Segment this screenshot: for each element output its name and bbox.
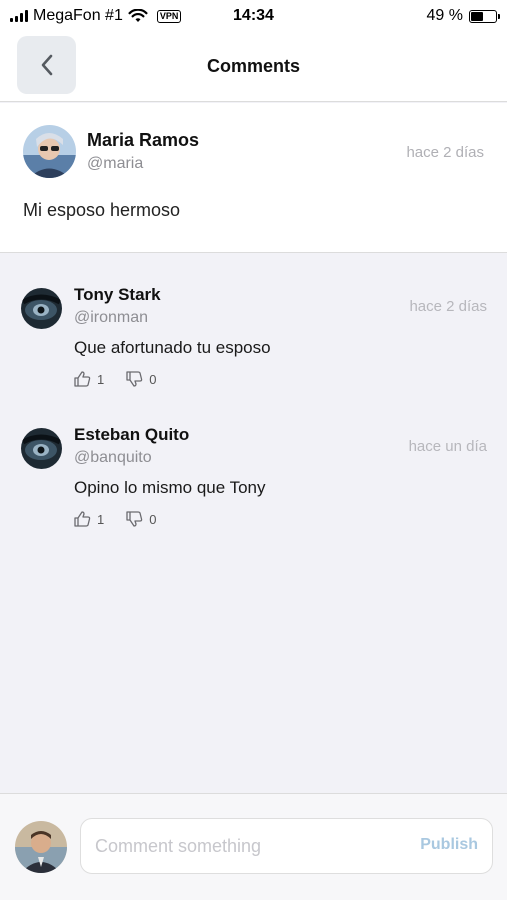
back-button[interactable]: [17, 36, 76, 94]
reactions: 1 0: [74, 511, 178, 527]
comment-time: hace un día: [408, 438, 487, 455]
like-button[interactable]: 1: [74, 511, 104, 527]
dislike-count: 0: [149, 511, 157, 527]
avatar[interactable]: [23, 125, 76, 178]
comment-input[interactable]: [95, 819, 405, 873]
vpn-badge: VPN: [156, 9, 182, 23]
comment-time: hace 2 días: [409, 298, 487, 315]
signal-icon: [10, 10, 28, 22]
battery-icon: [469, 9, 500, 23]
post-text: Mi esposo hermoso: [23, 200, 181, 220]
dislike-button[interactable]: 0: [126, 371, 156, 387]
publish-button[interactable]: Publish: [420, 836, 478, 854]
comment-author-handle: @ironman: [74, 309, 149, 326]
author-handle: @maria: [87, 155, 144, 172]
post-time: hace 2 días: [406, 144, 484, 161]
thumbs-down-icon: [126, 511, 143, 527]
battery-percent: 49 %: [426, 7, 463, 24]
comment-input-container: Publish: [80, 818, 493, 874]
comment-author-handle: @banquito: [74, 449, 152, 466]
like-count: 1: [97, 371, 105, 387]
like-button[interactable]: 1: [74, 371, 104, 387]
comment-author-name[interactable]: Tony Stark: [74, 285, 161, 305]
dislike-button[interactable]: 0: [126, 511, 156, 527]
comment-composer: Publish: [0, 793, 507, 900]
thumbs-up-icon: [74, 511, 91, 527]
status-left: MegaFon #1 VPN: [10, 7, 210, 25]
comment-author-name[interactable]: Esteban Quito: [74, 425, 189, 445]
comment-item: Tony Stark @ironman hace 2 días Que afor…: [0, 285, 507, 415]
current-user-avatar[interactable]: [15, 821, 67, 873]
comment-item: Esteban Quito @banquito hace un día Opin…: [0, 425, 507, 555]
reactions: 1 0: [74, 371, 178, 387]
comment-text: Que afortunado tu esposo: [74, 338, 271, 357]
battery-fill: [471, 11, 483, 21]
avatar[interactable]: [21, 288, 62, 329]
thumbs-down-icon: [126, 371, 143, 387]
status-right: 49 %: [426, 7, 500, 25]
carrier-label: MegaFon #1: [33, 7, 123, 24]
chevron-left-icon: [41, 54, 52, 76]
wifi-icon: [128, 9, 148, 22]
dislike-count: 0: [149, 371, 157, 387]
thumbs-up-icon: [74, 371, 91, 387]
nav-bar: Comments: [0, 32, 507, 102]
author-name[interactable]: Maria Ramos: [87, 130, 199, 151]
avatar[interactable]: [21, 428, 62, 469]
original-post: Maria Ramos @maria hace 2 días Mi esposo…: [0, 103, 507, 253]
status-bar: MegaFon #1 VPN 14:34 49 %: [0, 0, 507, 32]
comment-text: Opino lo mismo que Tony: [74, 478, 266, 497]
like-count: 1: [97, 511, 105, 527]
page-title: Comments: [206, 56, 300, 76]
